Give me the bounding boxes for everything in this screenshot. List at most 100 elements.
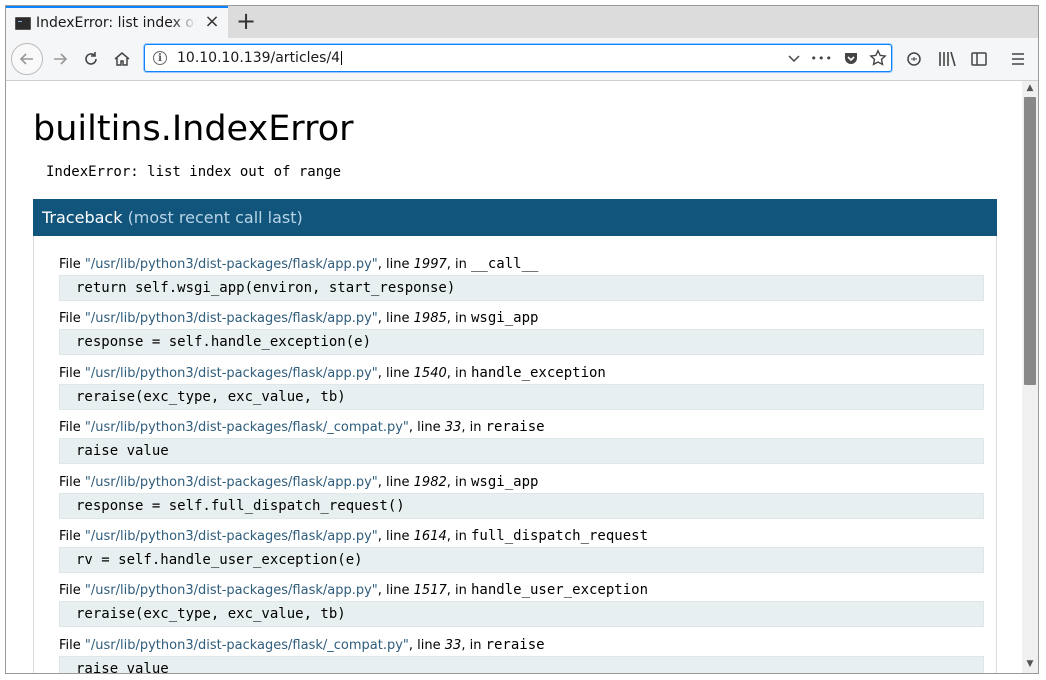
frame-function-name: reraise — [485, 419, 545, 435]
frame-location: File "/usr/lib/python3/dist-packages/fla… — [59, 636, 989, 654]
frame-line-number: 33 — [444, 420, 462, 435]
vertical-scrollbar[interactable]: ▲ ▼ — [1022, 81, 1038, 673]
page-actions-icon[interactable]: ••• — [811, 52, 833, 65]
frame-line-label: , line — [377, 366, 414, 381]
frame-file-link[interactable]: "/usr/lib/python3/dist-packages/flask/ap… — [85, 366, 378, 381]
frame-in-label: , in — [446, 311, 471, 326]
scroll-down-icon[interactable]: ▼ — [1026, 659, 1034, 669]
forward-button[interactable] — [48, 47, 72, 71]
frame-source-line[interactable]: raise value — [59, 656, 984, 673]
frame-prefix: File — [59, 529, 85, 544]
traceback-frame: File "/usr/lib/python3/dist-packages/fla… — [59, 527, 989, 573]
frame-file-link[interactable]: "/usr/lib/python3/dist-packages/flask/ap… — [85, 583, 378, 598]
frame-line-label: , line — [377, 475, 414, 490]
frame-in-label: , in — [446, 529, 471, 544]
frame-in-label: , in — [461, 420, 486, 435]
scroll-up-icon[interactable]: ▲ — [1026, 83, 1034, 93]
close-tab-icon[interactable]: × — [204, 13, 220, 31]
pocket-icon[interactable] — [843, 50, 859, 66]
frame-prefix: File — [59, 583, 85, 598]
frame-function-name: __call__ — [471, 256, 539, 272]
frame-location: File "/usr/lib/python3/dist-packages/fla… — [59, 364, 989, 382]
frame-file-link[interactable]: "/usr/lib/python3/dist-packages/flask/ap… — [85, 311, 378, 326]
traceback-body: File "/usr/lib/python3/dist-packages/fla… — [33, 236, 997, 673]
url-text[interactable]: 10.10.10.139/articles/4 — [177, 50, 343, 66]
frame-file-link[interactable]: "/usr/lib/python3/dist-packages/flask/ap… — [85, 529, 378, 544]
hamburger-menu-icon — [1012, 53, 1024, 65]
traceback-frame: File "/usr/lib/python3/dist-packages/fla… — [59, 473, 989, 519]
reload-button[interactable] — [79, 47, 103, 71]
traceback-frame: File "/usr/lib/python3/dist-packages/fla… — [59, 636, 989, 673]
frame-in-label: , in — [446, 583, 471, 598]
frame-function-name: wsgi_app — [471, 310, 539, 326]
frame-location: File "/usr/lib/python3/dist-packages/fla… — [59, 527, 989, 545]
traceback-title-text: Traceback — [42, 208, 123, 227]
text-caret — [341, 51, 343, 65]
library-icon — [939, 51, 956, 67]
frame-source-line[interactable]: reraise(exc_type, exc_value, tb) — [59, 384, 984, 410]
site-info-icon[interactable]: i — [153, 51, 167, 65]
extension-button[interactable] — [902, 47, 926, 71]
bookmark-star-icon[interactable] — [869, 49, 887, 67]
new-tab-button[interactable]: + — [234, 9, 258, 33]
traceback-frame: File "/usr/lib/python3/dist-packages/fla… — [59, 418, 989, 464]
frame-line-number: 1540 — [413, 366, 447, 381]
frame-line-label: , line — [408, 638, 445, 653]
frame-line-number: 1517 — [413, 583, 447, 598]
frame-function-name: handle_user_exception — [471, 582, 649, 598]
chevron-down-icon[interactable] — [787, 51, 801, 65]
frame-file-link[interactable]: "/usr/lib/python3/dist-packages/flask/ap… — [85, 475, 378, 490]
traceback-frame: File "/usr/lib/python3/dist-packages/fla… — [59, 255, 989, 301]
frame-function-name: wsgi_app — [471, 474, 539, 490]
frame-source-line[interactable]: raise value — [59, 438, 984, 464]
forward-arrow-icon — [54, 53, 68, 65]
frame-location: File "/usr/lib/python3/dist-packages/fla… — [59, 581, 989, 599]
frame-location: File "/usr/lib/python3/dist-packages/fla… — [59, 255, 989, 273]
navigation-toolbar: i 10.10.10.139/articles/4 ••• — [6, 38, 1038, 81]
terminal-icon — [15, 17, 31, 30]
back-button[interactable] — [11, 43, 43, 75]
home-icon — [114, 52, 130, 66]
frame-source-line[interactable]: rv = self.handle_user_exception(e) — [59, 547, 984, 573]
frame-line-label: , line — [377, 311, 414, 326]
tab-strip: IndexError: list index out of range × + — [6, 6, 1038, 38]
scrollbar-thumb[interactable] — [1024, 97, 1036, 385]
frame-source-line[interactable]: reraise(exc_type, exc_value, tb) — [59, 601, 984, 627]
sidebar-button[interactable] — [967, 47, 991, 71]
frame-file-link[interactable]: "/usr/lib/python3/dist-packages/flask/ap… — [85, 257, 378, 272]
frame-line-number: 1614 — [413, 529, 447, 544]
home-button[interactable] — [110, 47, 134, 71]
frame-prefix: File — [59, 311, 85, 326]
frame-line-label: , line — [377, 529, 414, 544]
frame-line-label: , line — [408, 420, 445, 435]
frame-prefix: File — [59, 257, 85, 272]
frame-file-link[interactable]: "/usr/lib/python3/dist-packages/flask/_c… — [85, 638, 409, 653]
tab-active[interactable]: IndexError: list index out of range × — [6, 6, 228, 38]
frame-function-name: reraise — [485, 637, 545, 653]
frame-source-line[interactable]: return self.wsgi_app(environ, start_resp… — [59, 275, 984, 301]
frame-source-line[interactable]: response = self.handle_exception(e) — [59, 329, 984, 355]
frame-function-name: handle_exception — [471, 365, 606, 381]
frame-source-line[interactable]: response = self.full_dispatch_request() — [59, 493, 984, 519]
frame-line-label: , line — [377, 257, 414, 272]
library-button[interactable] — [935, 47, 959, 71]
tab-title: IndexError: list index out of range — [36, 15, 196, 31]
frame-file-link[interactable]: "/usr/lib/python3/dist-packages/flask/_c… — [85, 420, 409, 435]
error-message: IndexError: list index out of range — [46, 164, 342, 180]
frame-location: File "/usr/lib/python3/dist-packages/fla… — [59, 309, 989, 327]
traceback-title: Traceback (most recent call last) — [42, 208, 303, 227]
traceback-subtitle[interactable]: (most recent call last) — [128, 208, 303, 227]
frame-prefix: File — [59, 420, 85, 435]
frame-line-label: , line — [377, 583, 414, 598]
error-heading: builtins.IndexError — [33, 109, 354, 149]
menu-button[interactable] — [1006, 47, 1030, 71]
traceback-header: Traceback (most recent call last) — [33, 199, 997, 236]
frame-function-name: full_dispatch_request — [471, 528, 649, 544]
url-bar-actions: ••• — [787, 48, 887, 68]
frame-line-number: 1982 — [413, 475, 447, 490]
frame-location: File "/usr/lib/python3/dist-packages/fla… — [59, 473, 989, 491]
frame-in-label: , in — [461, 638, 486, 653]
traceback-frame: File "/usr/lib/python3/dist-packages/fla… — [59, 309, 989, 355]
frame-line-number: 33 — [444, 638, 462, 653]
address-bar[interactable]: i 10.10.10.139/articles/4 ••• — [144, 44, 892, 72]
